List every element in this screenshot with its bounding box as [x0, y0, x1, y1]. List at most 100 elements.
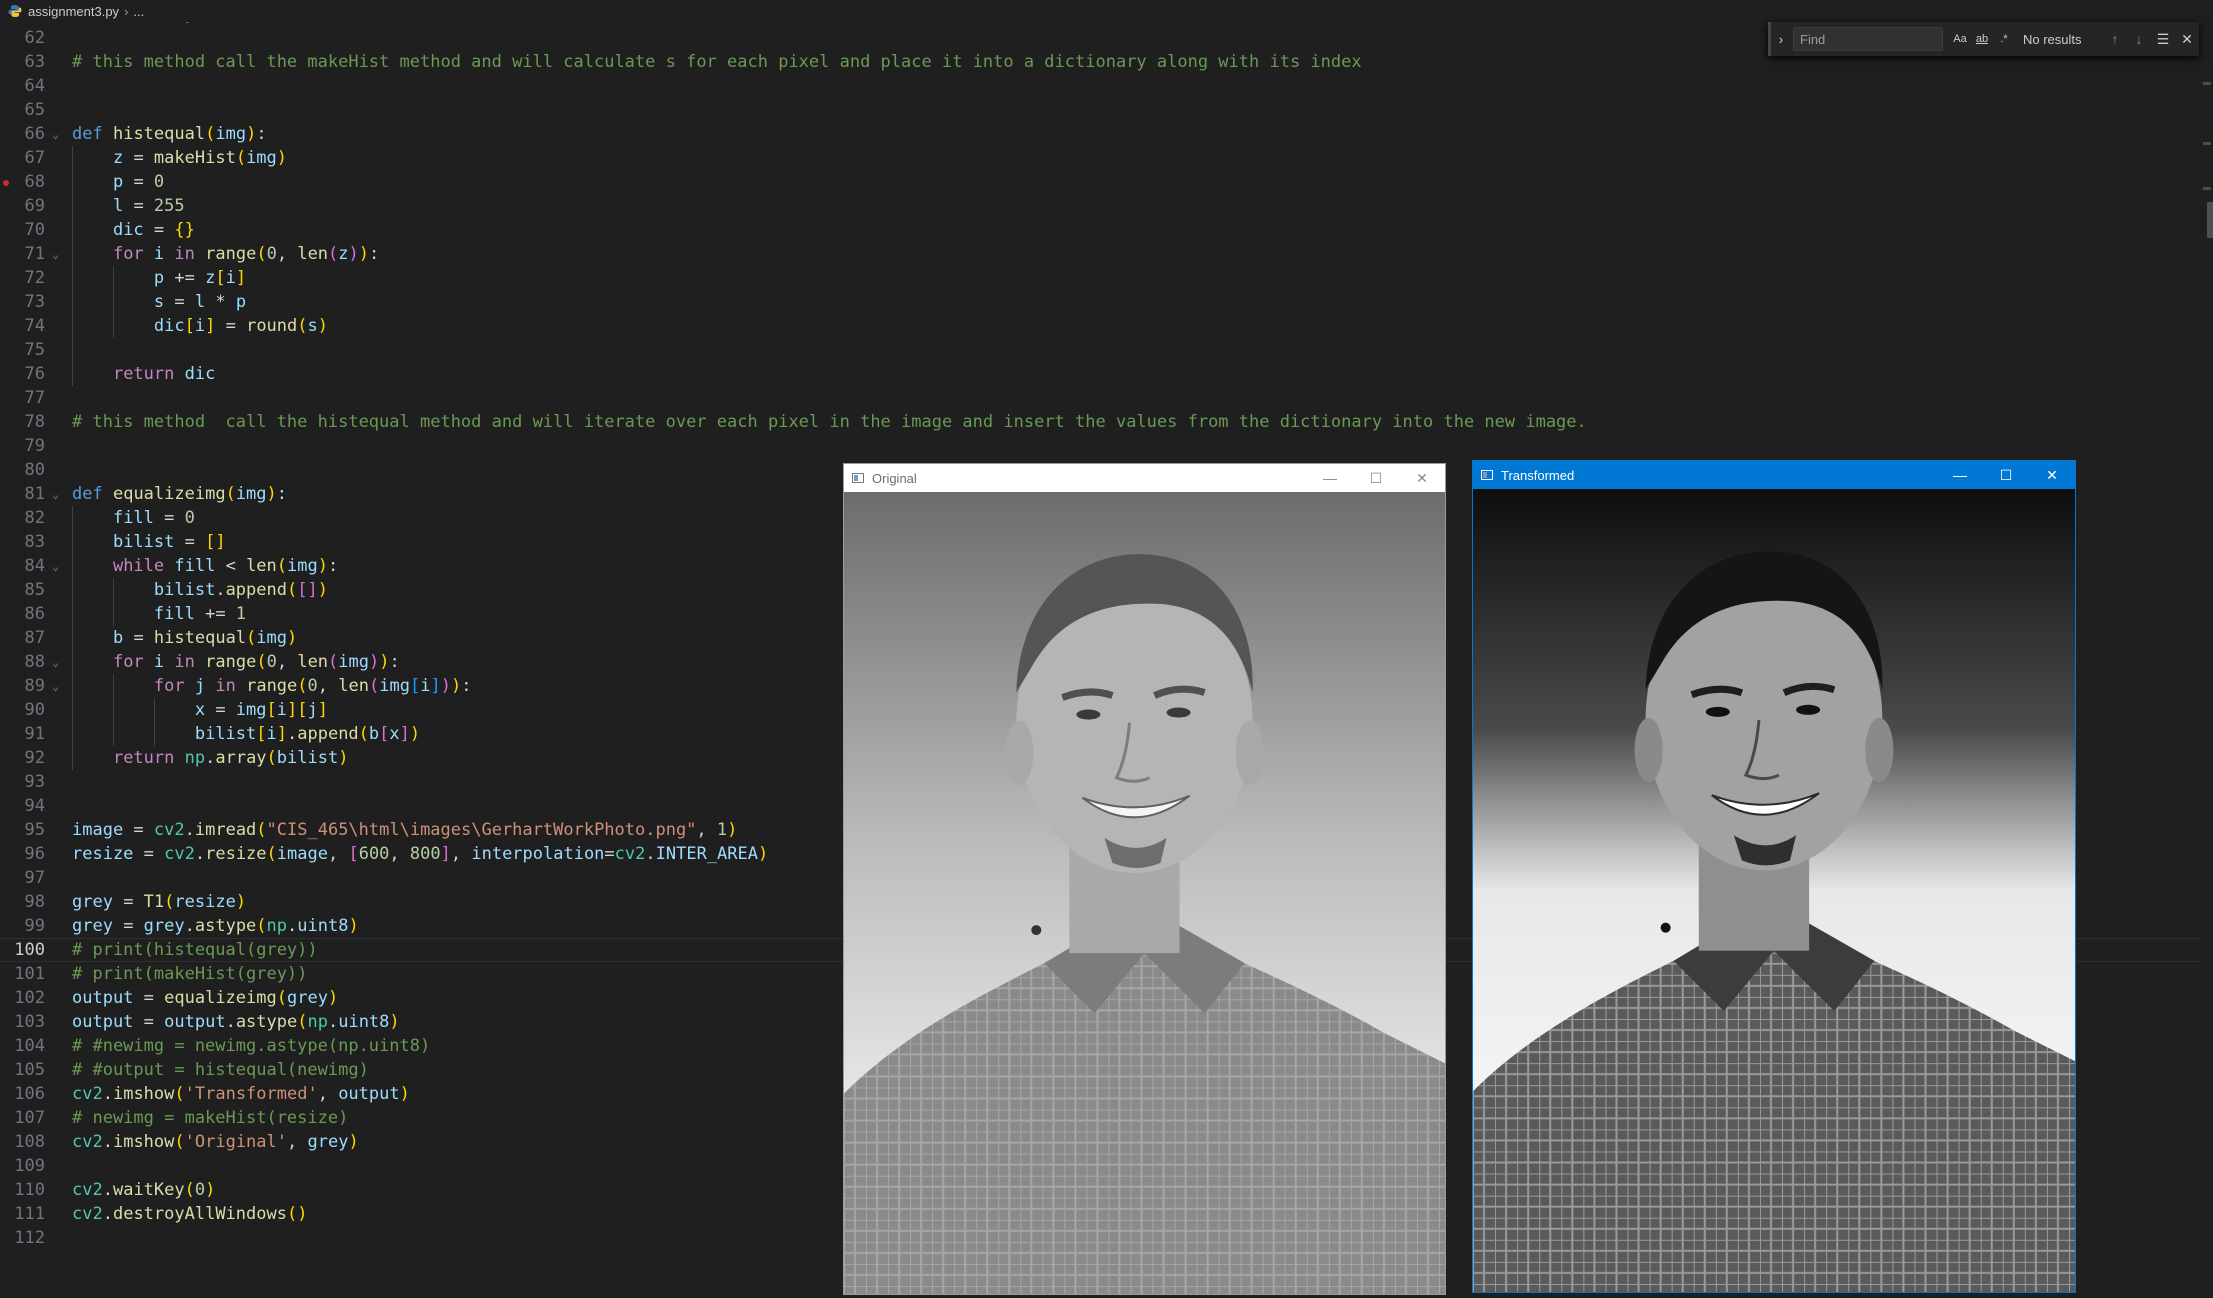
code-line[interactable]: 65: [0, 98, 2200, 122]
code-line[interactable]: 71 ⌄ for i in range(0, len(z)):: [0, 242, 2200, 266]
match-case-button[interactable]: Aa: [1949, 33, 1971, 45]
line-number[interactable]: 83: [0, 530, 45, 554]
arrow-down-icon[interactable]: ↓: [2127, 31, 2151, 47]
fold-chevron-icon[interactable]: ⌄: [52, 482, 59, 506]
transformed-titlebar[interactable]: Transformed — ☐ ✕: [1473, 461, 2075, 489]
line-number[interactable]: 100: [0, 938, 45, 962]
line-number[interactable]: 75: [0, 338, 45, 362]
line-number[interactable]: 112: [0, 1226, 45, 1250]
fold-chevron-icon[interactable]: ⌄: [52, 122, 59, 146]
line-number[interactable]: 95: [0, 818, 45, 842]
line-number[interactable]: 110: [0, 1178, 45, 1202]
line-number[interactable]: 64: [0, 74, 45, 98]
code-line[interactable]: 64: [0, 74, 2200, 98]
fold-chevron-icon[interactable]: ⌄: [52, 650, 59, 674]
close-button[interactable]: ✕: [1399, 464, 1445, 492]
code-line[interactable]: 74 dic[i] = round(s): [0, 314, 2200, 338]
breadcrumb-file[interactable]: assignment3.py: [28, 4, 119, 19]
line-number[interactable]: 71: [0, 242, 45, 266]
code-line[interactable]: 67 z = makeHist(img): [0, 146, 2200, 170]
line-number[interactable]: 69: [0, 194, 45, 218]
line-number[interactable]: 98: [0, 890, 45, 914]
close-button[interactable]: ✕: [2029, 461, 2075, 489]
line-number[interactable]: 67: [0, 146, 45, 170]
use-regex-button[interactable]: .*: [1993, 33, 2015, 45]
code-text: x = img[i][j]: [194, 700, 329, 720]
code-line[interactable]: 70 dic = {}: [0, 218, 2200, 242]
line-number[interactable]: 108: [0, 1130, 45, 1154]
arrow-up-icon[interactable]: ↑: [2103, 31, 2127, 47]
code-line[interactable]: 76 return dic: [0, 362, 2200, 386]
code-line[interactable]: 79: [0, 434, 2200, 458]
close-icon[interactable]: ✕: [2175, 31, 2199, 48]
line-number[interactable]: 106: [0, 1082, 45, 1106]
transformed-window[interactable]: Transformed — ☐ ✕: [1472, 460, 2076, 1293]
indent-guide: [112, 578, 114, 626]
line-number[interactable]: 81: [0, 482, 45, 506]
line-number[interactable]: 85: [0, 578, 45, 602]
breakpoint-icon[interactable]: [3, 180, 9, 186]
line-number[interactable]: 63: [0, 50, 45, 74]
vertical-scrollbar[interactable]: [2199, 22, 2213, 1298]
line-number[interactable]: 89: [0, 674, 45, 698]
line-number[interactable]: 70: [0, 218, 45, 242]
line-number[interactable]: 96: [0, 842, 45, 866]
fold-chevron-icon[interactable]: ⌄: [52, 554, 59, 578]
line-number[interactable]: 93: [0, 770, 45, 794]
code-line[interactable]: 68 p = 0: [0, 170, 2200, 194]
toggle-replace-chevron-icon[interactable]: ›: [1773, 31, 1789, 47]
line-number[interactable]: 101: [0, 962, 45, 986]
line-number[interactable]: 79: [0, 434, 45, 458]
code-line[interactable]: 66 ⌄ def histequal(img):: [0, 122, 2200, 146]
line-number[interactable]: 80: [0, 458, 45, 482]
scrollbar-thumb[interactable]: [2207, 202, 2213, 238]
line-number[interactable]: 84: [0, 554, 45, 578]
line-number[interactable]: 90: [0, 698, 45, 722]
code-line[interactable]: 77: [0, 386, 2200, 410]
fold-chevron-icon[interactable]: ⌄: [52, 242, 59, 266]
code-text: grey = T1(resize): [72, 892, 247, 912]
original-window[interactable]: Original — ☐ ✕: [843, 463, 1446, 1295]
line-number[interactable]: 77: [0, 386, 45, 410]
line-number[interactable]: 76: [0, 362, 45, 386]
minimize-button[interactable]: —: [1937, 461, 1983, 489]
code-line[interactable]: 75: [0, 338, 2200, 362]
line-number[interactable]: 105: [0, 1058, 45, 1082]
find-in-selection-icon[interactable]: ☰: [2151, 31, 2175, 48]
line-number[interactable]: 102: [0, 986, 45, 1010]
breadcrumb-symbol[interactable]: ...: [133, 4, 144, 19]
line-number[interactable]: 78: [0, 410, 45, 434]
code-line[interactable]: 72 p += z[i]: [0, 266, 2200, 290]
line-number[interactable]: 86: [0, 602, 45, 626]
line-number[interactable]: 109: [0, 1154, 45, 1178]
code-line[interactable]: 73 s = l * p: [0, 290, 2200, 314]
line-number[interactable]: 103: [0, 1010, 45, 1034]
original-titlebar[interactable]: Original — ☐ ✕: [844, 464, 1445, 492]
line-number[interactable]: 82: [0, 506, 45, 530]
line-number[interactable]: 99: [0, 914, 45, 938]
find-input[interactable]: Find: [1793, 27, 1943, 51]
minimize-button[interactable]: —: [1307, 464, 1353, 492]
line-number[interactable]: 107: [0, 1106, 45, 1130]
line-number[interactable]: 88: [0, 650, 45, 674]
match-whole-word-button[interactable]: ab: [1971, 33, 1993, 45]
line-number[interactable]: 65: [0, 98, 45, 122]
line-number[interactable]: 97: [0, 866, 45, 890]
line-number[interactable]: 87: [0, 626, 45, 650]
code-line[interactable]: 69 l = 255: [0, 194, 2200, 218]
maximize-button[interactable]: ☐: [1983, 461, 2029, 489]
line-number[interactable]: 94: [0, 794, 45, 818]
line-number[interactable]: 92: [0, 746, 45, 770]
line-number[interactable]: 72: [0, 266, 45, 290]
line-number[interactable]: 73: [0, 290, 45, 314]
line-number[interactable]: 62: [0, 26, 45, 50]
line-number[interactable]: 74: [0, 314, 45, 338]
code-line[interactable]: 78 # this method call the histequal metho…: [0, 410, 2200, 434]
line-number[interactable]: 91: [0, 722, 45, 746]
maximize-button[interactable]: ☐: [1353, 464, 1399, 492]
fold-chevron-icon[interactable]: ⌄: [52, 674, 59, 698]
line-number[interactable]: 66: [0, 122, 45, 146]
line-number[interactable]: 104: [0, 1034, 45, 1058]
line-number[interactable]: 111: [0, 1202, 45, 1226]
indent-guide: [112, 674, 114, 746]
